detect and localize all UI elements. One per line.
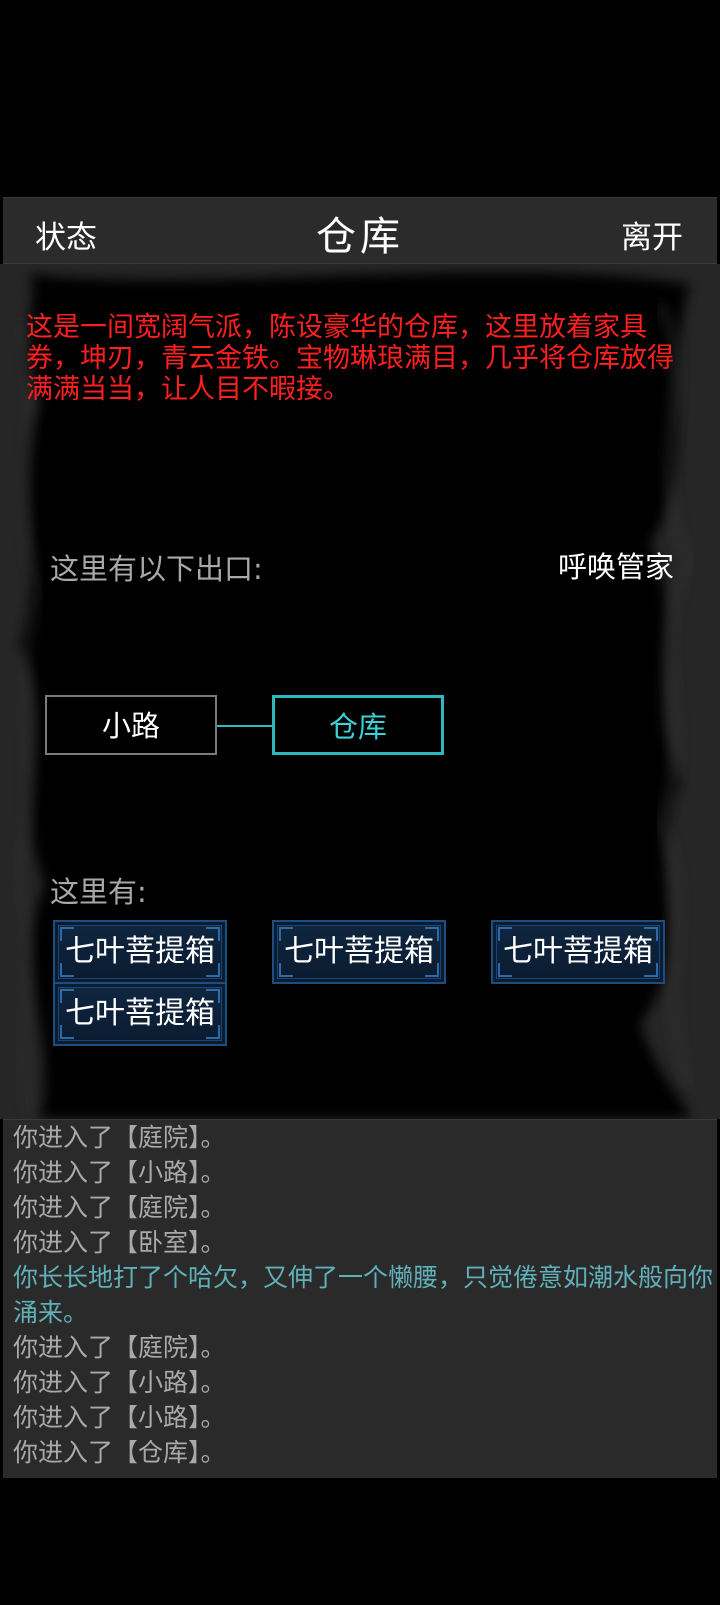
log-line: 你进入了【庭院】。 [13, 1123, 226, 1152]
log-line: 你进入了【卧室】。 [13, 1228, 226, 1257]
top-bar: 状态 仓库 离开 [3, 197, 717, 264]
leave-button[interactable]: 离开 [621, 212, 683, 257]
room-description: 这是一间宽阔气派，陈设豪华的仓库，这里放着家具券，坤刃，青云金铁。宝物琳琅满目，… [26, 312, 674, 405]
location-title: 仓库 [316, 214, 404, 260]
log-line: 你进入了【庭院】。 [13, 1333, 226, 1362]
item-label: 七叶菩提箱 [284, 934, 434, 969]
message-log[interactable]: 你进入了【庭院】。 你进入了【小路】。 你进入了【庭院】。 你进入了【卧室】。 … [3, 1119, 717, 1478]
log-line: 你进入了【仓库】。 [13, 1438, 226, 1467]
item-button[interactable]: 七叶菩提箱 [491, 920, 665, 984]
objects-label: 这里有: [50, 875, 147, 909]
log-line: 你长长地打了个哈欠，又伸了一个懒腰，只觉倦意如潮水般向你涌来。 [13, 1263, 714, 1327]
exits-label: 这里有以下出口: [50, 552, 263, 586]
scene-panel: 这是一间宽阔气派，陈设豪华的仓库，这里放着家具券，坤刃，青云金铁。宝物琳琅满目，… [0, 264, 720, 1119]
exit-room-road[interactable]: 小路 [45, 695, 217, 755]
log-line: 你进入了【小路】。 [13, 1403, 226, 1432]
map-connector [217, 725, 272, 727]
log-line: 你进入了【小路】。 [13, 1368, 226, 1397]
item-label: 七叶菩提箱 [503, 934, 653, 969]
current-room: 仓库 [272, 695, 444, 755]
log-line: 你进入了【庭院】。 [13, 1193, 226, 1222]
item-label: 七叶菩提箱 [65, 996, 215, 1031]
item-button[interactable]: 七叶菩提箱 [272, 920, 446, 984]
log-line: 你进入了【小路】。 [13, 1158, 226, 1187]
item-label: 七叶菩提箱 [65, 934, 215, 969]
item-button[interactable]: 七叶菩提箱 [53, 982, 227, 1046]
summon-butler-button[interactable]: 呼唤管家 [558, 544, 674, 586]
item-button[interactable]: 七叶菩提箱 [53, 920, 227, 984]
